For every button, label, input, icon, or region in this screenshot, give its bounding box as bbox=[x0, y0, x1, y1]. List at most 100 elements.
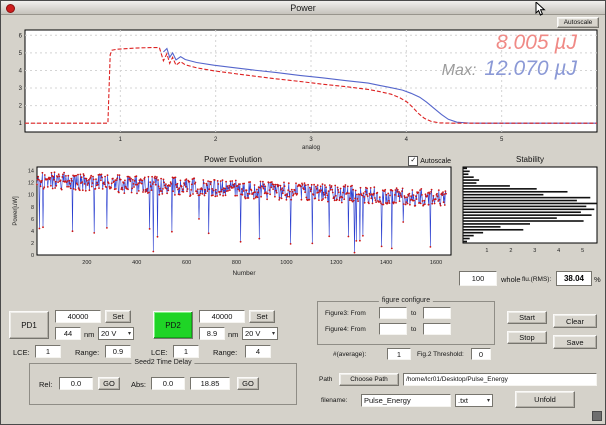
svg-text:6: 6 bbox=[31, 217, 34, 223]
max-energy-readout: Max: 12.070 µJ bbox=[442, 57, 577, 81]
svg-text:Number: Number bbox=[232, 270, 256, 277]
svg-text:2: 2 bbox=[214, 137, 218, 143]
range1-input[interactable] bbox=[105, 345, 131, 358]
figure3-range-label: Figure3: From bbox=[325, 310, 366, 317]
average-input[interactable] bbox=[387, 348, 411, 360]
pd2-voltage-value: 20 V bbox=[245, 329, 260, 338]
main-energy-plot: 12345612345analog 8.005 µJ Max: 12.070 µ… bbox=[9, 27, 599, 151]
lce2-input[interactable] bbox=[173, 345, 199, 358]
start-button[interactable]: Start bbox=[507, 311, 547, 324]
max-value: 12.070 µJ bbox=[484, 57, 577, 81]
pd2-gain-input[interactable] bbox=[199, 310, 245, 323]
pd2-button[interactable]: PD2 bbox=[153, 311, 193, 339]
power-evolution-plot: Power Evolution ✓ Autoscale 024681012142… bbox=[9, 155, 457, 291]
pd1-nm-label: nm bbox=[84, 330, 94, 339]
percent-label: % bbox=[594, 275, 601, 284]
path-label: Path bbox=[319, 376, 332, 383]
abs-delay-input[interactable] bbox=[151, 377, 185, 390]
pd1-voltage-select[interactable]: 20 V ▾ bbox=[98, 327, 134, 340]
figure4-to-input[interactable] bbox=[423, 323, 451, 335]
evolution-title: Power Evolution bbox=[9, 155, 457, 165]
rel-label: Rel: bbox=[39, 380, 52, 389]
pd2-voltage-select[interactable]: 20 V ▾ bbox=[242, 327, 278, 340]
checkbox-check-icon: ✓ bbox=[408, 156, 418, 166]
whole-label: whole bbox=[501, 275, 521, 284]
range1-label: Range: bbox=[75, 348, 99, 357]
abs-position-field[interactable] bbox=[190, 377, 230, 390]
svg-text:400: 400 bbox=[132, 260, 141, 266]
average-label: #(average): bbox=[333, 351, 366, 358]
svg-text:1400: 1400 bbox=[380, 260, 392, 266]
rms-value-display: 38.04 bbox=[556, 271, 592, 286]
svg-text:1: 1 bbox=[485, 248, 488, 254]
abs-label: Abs: bbox=[131, 380, 146, 389]
svg-text:5: 5 bbox=[19, 51, 23, 57]
range2-label: Range: bbox=[213, 348, 237, 357]
fig2-threshold-input[interactable] bbox=[471, 348, 491, 360]
svg-text:4: 4 bbox=[19, 68, 23, 74]
svg-text:1: 1 bbox=[119, 137, 123, 143]
svg-text:1200: 1200 bbox=[330, 260, 342, 266]
resize-grip[interactable] bbox=[592, 411, 602, 421]
mouse-cursor-icon bbox=[535, 2, 547, 17]
svg-text:5: 5 bbox=[581, 248, 584, 254]
range2-input[interactable] bbox=[245, 345, 271, 358]
clear-button[interactable]: Clear bbox=[553, 314, 597, 328]
max-label: Max: bbox=[442, 62, 477, 80]
rel-go-button[interactable]: GO bbox=[98, 377, 120, 390]
filename-input[interactable] bbox=[361, 394, 451, 407]
svg-text:14: 14 bbox=[28, 169, 34, 175]
figure-configure-legend: figure configure bbox=[379, 297, 433, 304]
pd2-wavelength-input[interactable] bbox=[199, 327, 225, 340]
rel-delay-input[interactable] bbox=[59, 377, 93, 390]
fig2-threshold-label: Fig.2 Threshold: bbox=[417, 351, 464, 358]
svg-text:2: 2 bbox=[509, 248, 512, 254]
pd1-gain-input[interactable] bbox=[55, 310, 101, 323]
seed2-delay-legend: Seed2 Time Delay bbox=[131, 359, 194, 366]
stability-canvas: 12345 bbox=[459, 165, 601, 265]
lce1-label: LCE: bbox=[13, 348, 30, 357]
pd2-nm-label: nm bbox=[228, 330, 238, 339]
file-format-select[interactable]: .txt ▾ bbox=[455, 394, 493, 407]
evolution-autoscale-checkbox[interactable]: ✓ Autoscale bbox=[408, 156, 451, 166]
svg-text:3: 3 bbox=[309, 137, 313, 143]
svg-text:800: 800 bbox=[232, 260, 241, 266]
figure3-to-label: to bbox=[411, 310, 416, 317]
figure4-from-input[interactable] bbox=[379, 323, 407, 335]
chevron-down-icon: ▾ bbox=[272, 330, 275, 337]
choose-path-button[interactable]: Choose Path bbox=[339, 373, 399, 386]
figure4-range-label: Figure4: From bbox=[325, 326, 366, 333]
stop-button[interactable]: Stop bbox=[507, 331, 547, 344]
evolution-canvas: 024681012142004006008001000120014001600N… bbox=[9, 165, 457, 289]
pd1-button[interactable]: PD1 bbox=[9, 311, 49, 339]
svg-text:600: 600 bbox=[182, 260, 191, 266]
lce1-input[interactable] bbox=[35, 345, 61, 358]
power-window: Power Autoscale 12345612345analog 8.005 … bbox=[0, 0, 606, 425]
save-button[interactable]: Save bbox=[553, 335, 597, 349]
path-field[interactable] bbox=[403, 373, 597, 386]
figure3-to-input[interactable] bbox=[423, 307, 451, 319]
svg-text:0: 0 bbox=[31, 253, 34, 259]
stability-title: Stability bbox=[459, 155, 601, 165]
pd2-set-button[interactable]: Set bbox=[249, 310, 275, 323]
file-format-value: .txt bbox=[458, 396, 468, 405]
rms-label: flu.(RMS): bbox=[522, 276, 551, 283]
svg-text:12: 12 bbox=[28, 181, 34, 187]
close-button[interactable] bbox=[6, 4, 15, 13]
svg-text:analog: analog bbox=[302, 145, 320, 151]
whole-count-input[interactable] bbox=[459, 271, 497, 286]
current-energy-readout: 8.005 µJ bbox=[496, 31, 577, 55]
svg-text:4: 4 bbox=[557, 248, 560, 254]
chevron-down-icon: ▾ bbox=[487, 397, 490, 404]
evolution-autoscale-label: Autoscale bbox=[420, 158, 451, 165]
abs-go-button[interactable]: GO bbox=[237, 377, 259, 390]
lce2-label: LCE: bbox=[151, 348, 168, 357]
unfold-button[interactable]: Unfold bbox=[515, 391, 575, 408]
chevron-down-icon: ▾ bbox=[128, 330, 131, 337]
pd1-set-button[interactable]: Set bbox=[105, 310, 131, 323]
svg-text:2: 2 bbox=[19, 104, 23, 110]
figure3-from-input[interactable] bbox=[379, 307, 407, 319]
svg-text:6: 6 bbox=[19, 33, 23, 39]
svg-text:10: 10 bbox=[28, 193, 34, 199]
pd1-wavelength-input[interactable] bbox=[55, 327, 81, 340]
